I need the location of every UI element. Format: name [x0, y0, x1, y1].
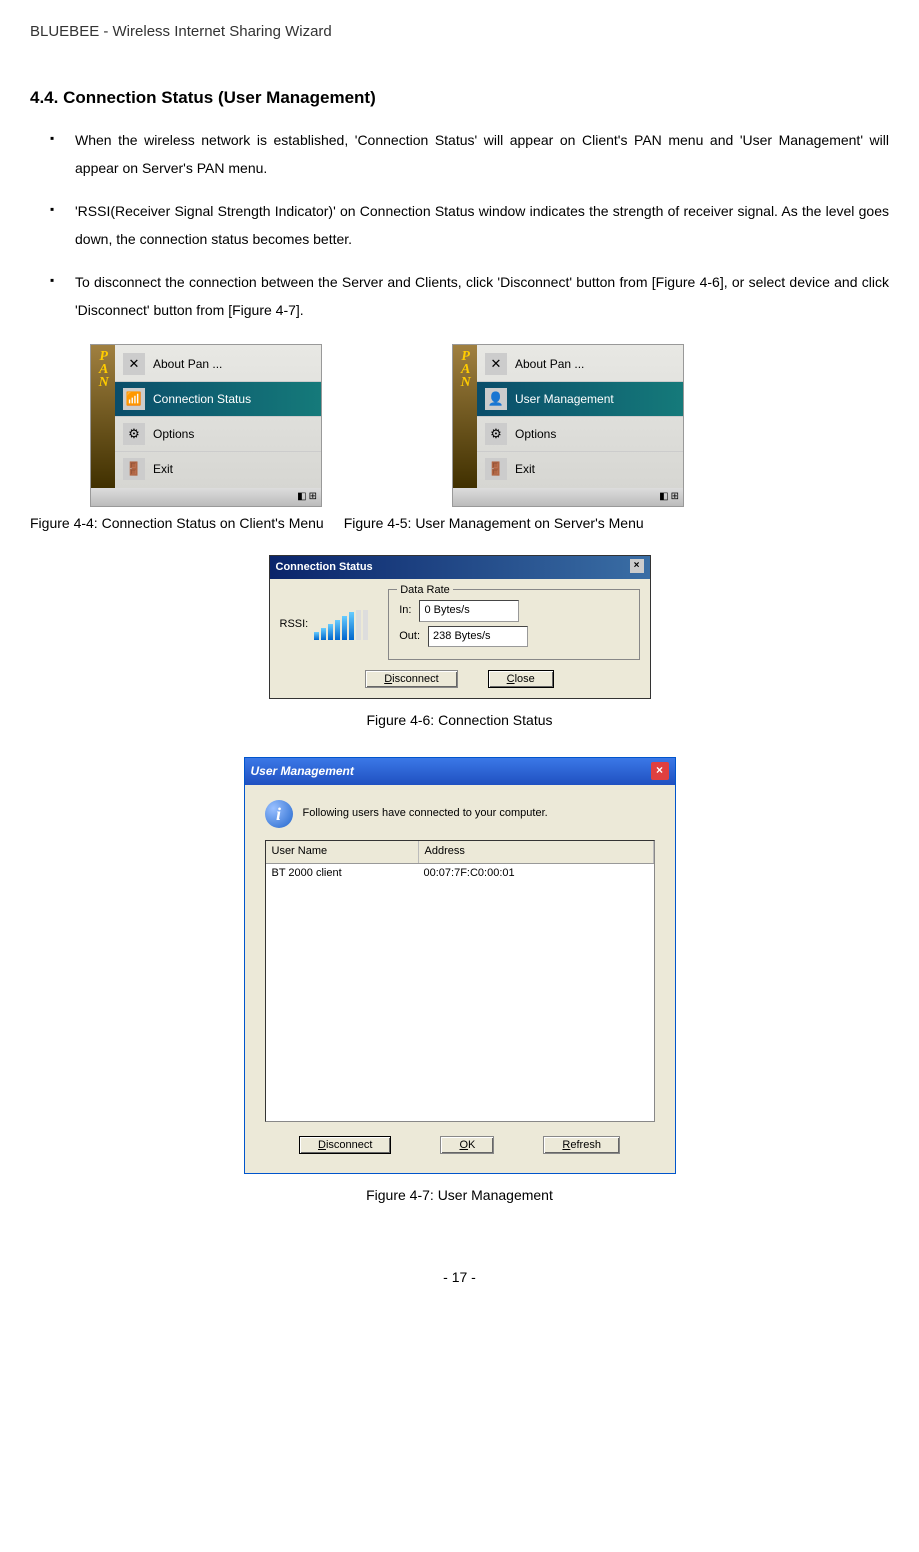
- client-menu-box: PAN ✕ About Pan ... 📶 Connection Status …: [90, 344, 322, 507]
- figure-4-4-caption: Figure 4-4: Connection Status on Client'…: [30, 512, 324, 534]
- dialog-titlebar: User Management ×: [245, 758, 675, 785]
- in-value-field: 0 Bytes/s: [419, 600, 519, 622]
- menu-exit[interactable]: 🚪 Exit: [115, 452, 321, 486]
- info-row: i Following users have connected to your…: [265, 800, 655, 828]
- bullet-2: 'RSSI(Receiver Signal Strength Indicator…: [50, 197, 889, 253]
- info-text: Following users have connected to your c…: [303, 805, 548, 823]
- client-menu-figure: PAN ✕ About Pan ... 📶 Connection Status …: [90, 344, 322, 507]
- menu-user-management[interactable]: 👤 User Management: [477, 382, 683, 417]
- row-address: 00:07:7F:C0:00:01: [418, 864, 654, 884]
- menu-about-pan[interactable]: ✕ About Pan ...: [115, 347, 321, 382]
- in-label: In:: [399, 602, 411, 620]
- disconnect-button[interactable]: Disconnect: [365, 670, 457, 688]
- close-icon[interactable]: ×: [630, 559, 644, 573]
- rssi-block: RSSI:: [280, 589, 369, 660]
- figure-4-6-caption: Figure 4-6: Connection Status: [30, 709, 889, 731]
- tray-icon: ⊞: [309, 489, 317, 505]
- user-management-icon: 👤: [485, 388, 507, 410]
- menu-exit[interactable]: 🚪 Exit: [477, 452, 683, 486]
- menu-options[interactable]: ⚙ Options: [115, 417, 321, 452]
- group-legend: Data Rate: [397, 582, 453, 600]
- list-header: User Name Address: [266, 841, 654, 864]
- about-icon: ✕: [123, 353, 145, 375]
- connection-status-dialog: Connection Status × RSSI: Data Rate In: …: [269, 555, 651, 700]
- menu-taskbar: ◧ ⊞: [453, 488, 683, 506]
- section-title: 4.4. Connection Status (User Management): [30, 84, 889, 111]
- menu-label: Exit: [153, 460, 173, 479]
- menu-label: Options: [515, 425, 556, 444]
- connection-icon: 📶: [123, 388, 145, 410]
- column-username[interactable]: User Name: [266, 841, 419, 863]
- figure-4-5-caption: Figure 4-5: User Management on Server's …: [344, 512, 644, 534]
- bullet-3: To disconnect the connection between the…: [50, 268, 889, 324]
- bullet-list: When the wireless network is established…: [30, 126, 889, 324]
- bullet-1: When the wireless network is established…: [50, 126, 889, 182]
- dialog-titlebar: Connection Status ×: [270, 556, 650, 580]
- out-value-field: 238 Bytes/s: [428, 626, 528, 648]
- ok-button[interactable]: OK: [440, 1136, 494, 1154]
- rssi-bars-icon: [314, 610, 368, 640]
- menu-label: User Management: [515, 390, 614, 409]
- user-list-box[interactable]: User Name Address BT 2000 client 00:07:7…: [265, 840, 655, 1122]
- menu-label: Options: [153, 425, 194, 444]
- tray-icon: ◧: [297, 489, 306, 505]
- disconnect-button[interactable]: Disconnect: [299, 1136, 391, 1154]
- menu-taskbar: ◧ ⊞: [91, 488, 321, 506]
- out-label: Out:: [399, 628, 420, 646]
- rssi-label: RSSI:: [280, 616, 309, 634]
- menu-connection-status[interactable]: 📶 Connection Status: [115, 382, 321, 417]
- menu-label: About Pan ...: [515, 355, 584, 374]
- column-address[interactable]: Address: [419, 841, 654, 863]
- options-icon: ⚙: [485, 423, 507, 445]
- figure-4-7-caption: Figure 4-7: User Management: [30, 1184, 889, 1206]
- pan-sidebar-label: PAN: [453, 345, 477, 488]
- about-icon: ✕: [485, 353, 507, 375]
- menu-label: Connection Status: [153, 390, 251, 409]
- server-menu-box: PAN ✕ About Pan ... 👤 User Management ⚙ …: [452, 344, 684, 507]
- menu-label: About Pan ...: [153, 355, 222, 374]
- menu-label: Exit: [515, 460, 535, 479]
- refresh-button[interactable]: Refresh: [543, 1136, 620, 1154]
- tray-icon: ◧: [659, 489, 668, 505]
- close-icon[interactable]: ×: [651, 762, 669, 780]
- info-icon: i: [265, 800, 293, 828]
- dialog-title: User Management: [251, 762, 354, 781]
- exit-icon: 🚪: [123, 458, 145, 480]
- data-rate-group: Data Rate In: 0 Bytes/s Out: 238 Bytes/s: [388, 589, 639, 660]
- dialog-title: Connection Status: [276, 559, 373, 577]
- exit-icon: 🚪: [485, 458, 507, 480]
- caption-row: Figure 4-4: Connection Status on Client'…: [30, 512, 889, 534]
- close-button[interactable]: Close: [488, 670, 554, 688]
- page-number: - 17 -: [30, 1266, 889, 1288]
- server-menu-figure: PAN ✕ About Pan ... 👤 User Management ⚙ …: [452, 344, 684, 507]
- user-management-dialog: User Management × i Following users have…: [244, 757, 676, 1174]
- pan-sidebar-label: PAN: [91, 345, 115, 488]
- table-row[interactable]: BT 2000 client 00:07:7F:C0:00:01: [266, 864, 654, 884]
- row-username: BT 2000 client: [266, 864, 418, 884]
- tray-icon: ⊞: [671, 489, 679, 505]
- menu-about-pan[interactable]: ✕ About Pan ...: [477, 347, 683, 382]
- figure-row-menus: PAN ✕ About Pan ... 📶 Connection Status …: [90, 344, 889, 507]
- menu-options[interactable]: ⚙ Options: [477, 417, 683, 452]
- doc-header: BLUEBEE - Wireless Internet Sharing Wiza…: [30, 20, 889, 44]
- options-icon: ⚙: [123, 423, 145, 445]
